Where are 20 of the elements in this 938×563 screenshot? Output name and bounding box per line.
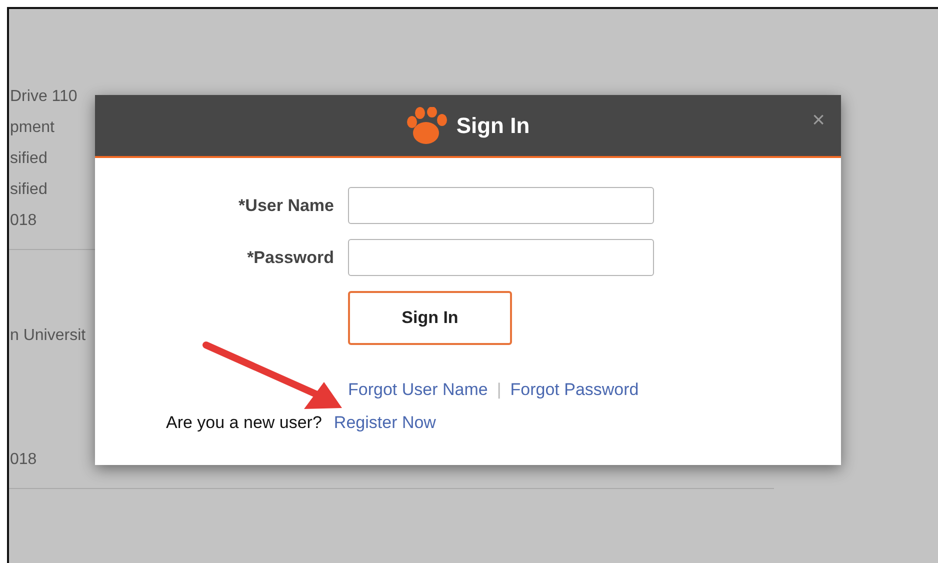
sign-in-button[interactable]: Sign In	[348, 291, 512, 345]
background-text: pment	[10, 119, 54, 136]
background-text: sified	[10, 150, 48, 167]
password-field[interactable]	[348, 239, 654, 276]
username-field[interactable]	[348, 187, 654, 224]
dialog-title: Sign In	[456, 112, 530, 138]
background-text: sified	[10, 181, 48, 198]
field-label: *Password	[247, 248, 334, 268]
register-link[interactable]: Register Now	[334, 413, 436, 433]
background-text: 018	[10, 212, 37, 229]
forgot-link[interactable]: Forgot User Name	[348, 380, 488, 400]
link-separator: |	[496, 380, 502, 400]
background-text: 018	[10, 451, 37, 468]
forgot-link[interactable]: Forgot Password	[510, 380, 639, 400]
register-prompt: Are you a new user?	[166, 413, 322, 433]
background-text: Drive 110	[10, 88, 78, 105]
background-text: n Universit	[10, 327, 86, 344]
field-label: *User Name	[238, 196, 334, 216]
close-button[interactable]: ×	[812, 109, 825, 131]
paw-icon	[406, 106, 448, 144]
